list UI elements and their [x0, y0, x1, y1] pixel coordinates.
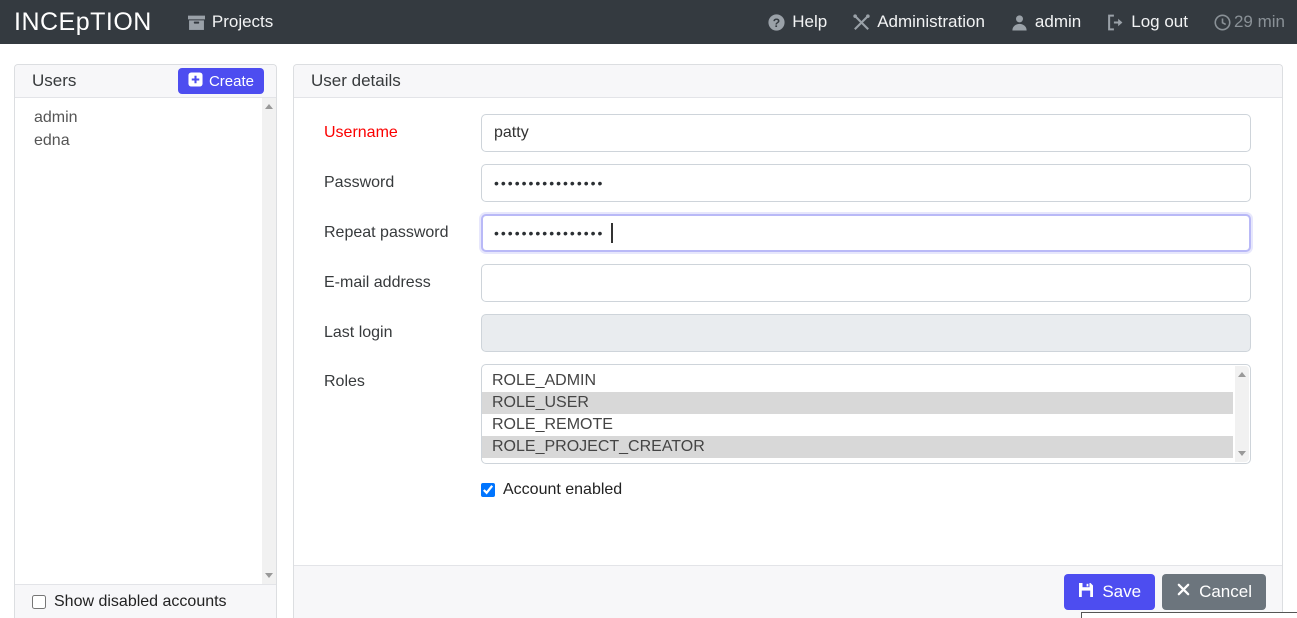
email-label: E-mail address — [324, 274, 481, 292]
inception-user-management-screen: INCEpTION Projects ? Help Administration — [0, 0, 1297, 618]
role-option[interactable]: ROLE_USER — [482, 392, 1233, 414]
nav-projects[interactable]: Projects — [188, 12, 273, 32]
nav-logout-label: Log out — [1131, 12, 1188, 32]
nav-projects-label: Projects — [212, 12, 273, 32]
details-footer: Save Cancel — [294, 565, 1282, 618]
roles-label: Roles — [324, 364, 481, 391]
save-label: Save — [1102, 582, 1141, 602]
navbar-right: ? Help Administration admin — [768, 12, 1285, 32]
tools-icon — [853, 14, 870, 31]
email-row: E-mail address — [324, 264, 1251, 302]
username-input[interactable] — [481, 114, 1251, 152]
role-option[interactable]: ROLE_REMOTE — [482, 414, 1233, 436]
roles-scrollbar[interactable] — [1235, 366, 1249, 462]
save-button[interactable]: Save — [1064, 574, 1155, 610]
create-user-label: Create — [209, 73, 254, 90]
role-option[interactable]: ROLE_ADMIN — [482, 370, 1233, 392]
scroll-down-icon[interactable] — [1238, 451, 1246, 456]
cancel-button[interactable]: Cancel — [1162, 574, 1266, 610]
text-cursor — [611, 223, 613, 243]
account-enabled-checkbox[interactable] — [481, 483, 495, 497]
role-option[interactable]: ROLE_PROJECT_CREATOR — [482, 436, 1233, 458]
list-item-user[interactable]: admin — [15, 98, 276, 129]
show-disabled-checkbox[interactable] — [32, 595, 46, 609]
repeat-password-row: Repeat password — [324, 214, 1251, 252]
logout-icon — [1107, 14, 1124, 31]
cutoff-popup-edge — [1081, 612, 1297, 618]
last-login-field — [481, 314, 1251, 352]
roles-listbox[interactable]: ROLE_ADMIN ROLE_USER ROLE_REMOTE ROLE_PR… — [481, 364, 1251, 464]
session-timer-label: 29 min — [1234, 12, 1285, 32]
save-icon — [1078, 582, 1094, 603]
username-row: Username — [324, 114, 1251, 152]
nav-user[interactable]: admin — [1011, 12, 1081, 32]
person-icon — [1011, 14, 1028, 31]
users-list: admin edna — [15, 98, 276, 584]
create-user-button[interactable]: Create — [178, 68, 264, 94]
clock-icon — [1214, 14, 1231, 31]
last-login-row: Last login — [324, 314, 1251, 352]
account-enabled-label[interactable]: Account enabled — [503, 481, 622, 499]
user-details-panel: User details Username Password Repeat pa… — [293, 64, 1283, 618]
plus-square-icon — [188, 72, 203, 91]
repeat-password-label: Repeat password — [324, 224, 481, 242]
scroll-down-icon[interactable] — [265, 573, 273, 578]
list-item-user[interactable]: edna — [15, 129, 276, 152]
users-panel-header: Users Create — [15, 65, 276, 98]
password-row: Password — [324, 164, 1251, 202]
session-timer: 29 min — [1214, 12, 1285, 32]
show-disabled-label[interactable]: Show disabled accounts — [54, 593, 227, 611]
password-label: Password — [324, 174, 481, 192]
cancel-label: Cancel — [1199, 582, 1252, 602]
scroll-up-icon[interactable] — [1238, 372, 1246, 377]
users-panel-footer: Show disabled accounts — [15, 584, 276, 618]
email-field[interactable] — [481, 264, 1251, 302]
password-input[interactable] — [481, 164, 1251, 202]
nav-user-label: admin — [1035, 12, 1081, 32]
roles-row: Roles ROLE_ADMIN ROLE_USER ROLE_REMOTE R… — [324, 364, 1251, 464]
user-details-header: User details — [294, 65, 1282, 98]
users-panel: Users Create admin edna Show disabled ac… — [14, 64, 277, 618]
repeat-password-input[interactable] — [481, 214, 1251, 252]
close-icon — [1176, 582, 1191, 602]
user-details-form: Username Password Repeat password — [294, 98, 1282, 565]
users-panel-title: Users — [32, 71, 76, 91]
app-brand[interactable]: INCEpTION — [14, 8, 152, 37]
user-details-title: User details — [311, 71, 401, 91]
nav-help-label: Help — [792, 12, 827, 32]
nav-administration[interactable]: Administration — [853, 12, 985, 32]
nav-help[interactable]: ? Help — [768, 12, 827, 32]
last-login-label: Last login — [324, 324, 481, 342]
scroll-up-icon[interactable] — [265, 104, 273, 109]
users-list-scrollbar[interactable] — [262, 98, 276, 584]
account-enabled-row: Account enabled — [324, 481, 1251, 499]
svg-text:?: ? — [773, 15, 780, 29]
nav-administration-label: Administration — [877, 12, 985, 32]
archive-icon — [188, 14, 205, 31]
top-navbar: INCEpTION Projects ? Help Administration — [0, 0, 1297, 44]
help-icon: ? — [768, 14, 785, 31]
nav-logout[interactable]: Log out — [1107, 12, 1188, 32]
username-label: Username — [324, 124, 481, 142]
